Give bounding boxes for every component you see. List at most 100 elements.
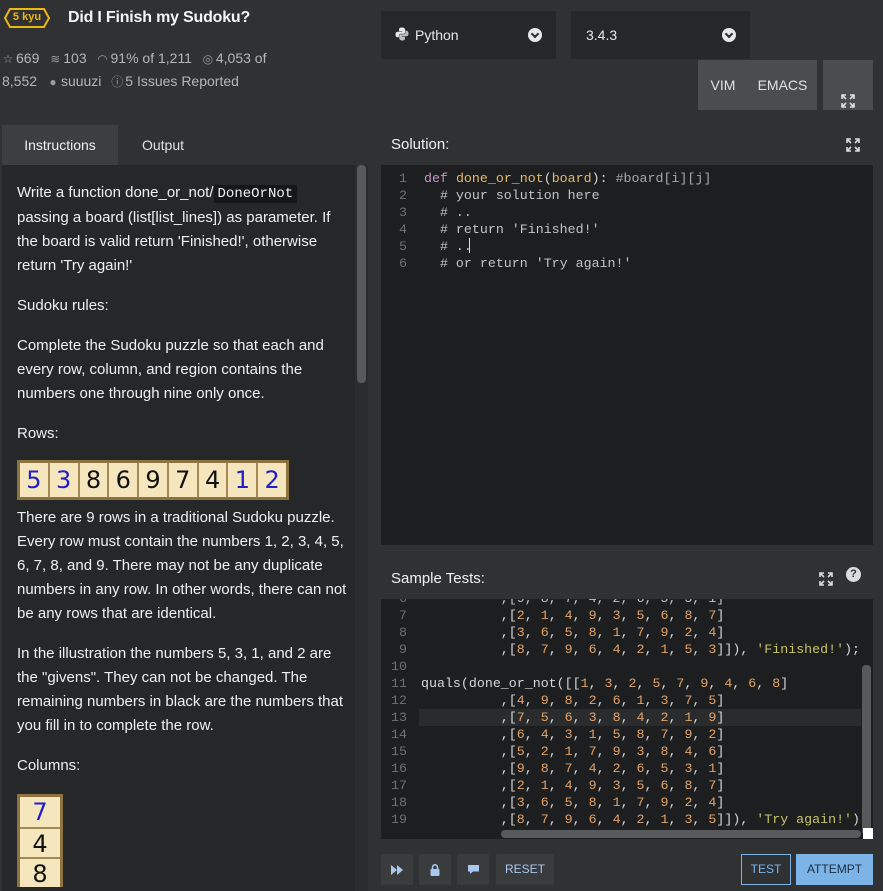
code-line: quals(done_or_not([[1, 3, 2, 5, 7, 9, 4,… <box>421 676 789 691</box>
expand-icon <box>841 78 855 128</box>
line-number: 10 <box>391 659 407 674</box>
vertical-scrollbar[interactable] <box>862 665 871 835</box>
tests-editor[interactable]: 6 ,[9, 8, 7, 4, 2, 6, 5, 3, 1] 7 ,[2, 1,… <box>381 599 873 839</box>
tests-header: Sample Tests: ? <box>381 559 873 599</box>
line-number: 13 <box>391 710 407 725</box>
line-number: 2 <box>399 188 407 203</box>
kata-title: Did I Finish my Sudoku? <box>68 9 251 26</box>
rules-heading: Sudoku rules: <box>17 297 109 314</box>
instructions-scrollbar[interactable] <box>355 165 368 891</box>
line-number: 4 <box>399 222 407 237</box>
sudoku-cell: 6 <box>107 463 137 497</box>
panel-tabs: Instructions Output <box>2 125 368 165</box>
version-select[interactable]: 3.4.3 <box>571 11 750 59</box>
info-icon: ⓘ <box>111 75 124 89</box>
line-number: 9 <box>399 642 407 657</box>
rows-heading: Rows: <box>17 425 59 442</box>
unlock-solutions-button[interactable] <box>419 854 451 885</box>
python-icon <box>395 27 409 44</box>
line-number: 19 <box>391 812 407 827</box>
star-icon: ☆ <box>2 52 14 66</box>
code-line: ,[9, 8, 7, 4, 2, 6, 5, 3, 1] <box>421 761 725 776</box>
sudoku-cell: 5 <box>26 466 42 494</box>
scrollbar-thumb[interactable] <box>357 165 366 383</box>
tab-output[interactable]: Output <box>118 125 208 165</box>
completed-stat: ◎ 4,053 of <box>202 47 267 70</box>
line-number: 3 <box>399 205 407 220</box>
reset-button[interactable]: RESET <box>496 854 554 885</box>
sudoku-cell: 7 <box>32 798 48 826</box>
code-line: ,[2, 1, 4, 9, 3, 5, 6, 8, 7] <box>421 608 725 623</box>
sudoku-cell: 9 <box>137 463 167 497</box>
vim-mode-button[interactable]: VIM <box>698 60 748 110</box>
discuss-button[interactable] <box>457 854 489 885</box>
code-line: # return 'Finished!' <box>424 222 600 237</box>
line-number: 6 <box>381 599 407 607</box>
skip-button[interactable] <box>381 854 413 885</box>
help-icon[interactable]: ? <box>846 567 861 582</box>
code-line: ,[4, 9, 8, 2, 6, 1, 3, 7, 5] <box>421 693 725 708</box>
rank-label: 5 kyu <box>12 11 42 23</box>
line-number: 12 <box>391 693 407 708</box>
line-number: 7 <box>399 608 407 623</box>
language-select[interactable]: Python <box>381 11 556 59</box>
chevron-down-icon <box>722 28 736 42</box>
user-icon: ● <box>49 75 57 89</box>
code-line: # .. <box>424 205 472 220</box>
emacs-mode-button[interactable]: EMACS <box>748 60 817 110</box>
language-label: Python <box>415 27 459 43</box>
rows-paragraph: There are 9 rows in a traditional Sudoku… <box>17 509 347 622</box>
code-line: ,[9, 8, 7, 4, 2, 6, 5, 3, 1] <box>421 599 724 607</box>
horizontal-scrollbar[interactable] <box>501 830 861 838</box>
code-line: ,[7, 5, 6, 3, 8, 4, 2, 1, 9] <box>421 710 725 725</box>
sudoku-cell: 3 <box>47 463 78 497</box>
test-button[interactable]: TEST <box>741 854 791 885</box>
fullscreen-button[interactable] <box>823 60 873 110</box>
line-number: 6 <box>399 256 407 271</box>
line-number: 1 <box>399 171 407 186</box>
givens-paragraph: In the illustration the numbers 5, 3, 1,… <box>17 645 344 734</box>
version-label: 3.4.3 <box>586 27 618 43</box>
instructions-content: Write a function done_or_not/DoneOrNot p… <box>17 181 347 888</box>
sudoku-cell: 2 <box>256 463 286 497</box>
sudoku-cell: 7 <box>166 463 197 497</box>
line-number: 8 <box>399 625 407 640</box>
solution-title: Solution: <box>391 136 450 153</box>
chevron-down-icon <box>528 28 542 42</box>
rank-badge: 5 kyu <box>4 8 50 28</box>
line-number: 5 <box>399 239 407 254</box>
sudoku-row-illustration: 5 3 8 6 9 7 4 1 2 <box>17 460 289 500</box>
expand-icon[interactable] <box>846 138 860 152</box>
line-number: 16 <box>391 761 407 776</box>
attempt-button[interactable]: ATTEMPT <box>796 854 873 885</box>
issues-link[interactable]: ⓘ 5 Issues Reported <box>111 70 239 93</box>
line-number: 14 <box>391 727 407 742</box>
text-cursor <box>469 238 470 253</box>
line-number: 18 <box>391 795 407 810</box>
chat-icon <box>467 862 480 876</box>
satisfaction-stat: ◠ 91% of 1,211 <box>97 47 192 70</box>
stars-stat[interactable]: ☆ 669 <box>2 47 40 70</box>
solution-editor[interactable]: 1 def done_or_not(board): #board[i][j] 2… <box>381 165 873 545</box>
code-line: # your solution here <box>424 188 600 203</box>
lock-icon <box>430 862 440 876</box>
tab-instructions[interactable]: Instructions <box>2 125 118 165</box>
collections-stat[interactable]: ≋ 103 <box>49 47 86 70</box>
attempted-stat: 8,552 <box>2 73 38 89</box>
sudoku-column-illustration: 7 4 8 <box>17 794 63 888</box>
tests-title: Sample Tests: <box>391 570 485 587</box>
author-link[interactable]: ● suuuzi <box>47 70 101 93</box>
line-number: 17 <box>391 778 407 793</box>
line-number: 11 <box>391 676 407 691</box>
target-icon: ◎ <box>202 52 214 66</box>
solution-header: Solution: <box>381 125 873 165</box>
expand-icon[interactable] <box>819 572 833 586</box>
kata-header: 5 kyu Did I Finish my Sudoku? ☆ 669 ≋ 103 … <box>0 0 370 118</box>
fast-forward-icon <box>391 862 403 876</box>
intro-paragraph: Write a function done_or_not/DoneOrNot p… <box>17 184 331 274</box>
sudoku-cell: 1 <box>226 463 256 497</box>
sudoku-cell: 8 <box>77 463 108 497</box>
code-line: def done_or_not(board): #board[i][j] <box>424 171 712 186</box>
line-number: 15 <box>391 744 407 759</box>
sudoku-cell: 8 <box>20 857 60 888</box>
